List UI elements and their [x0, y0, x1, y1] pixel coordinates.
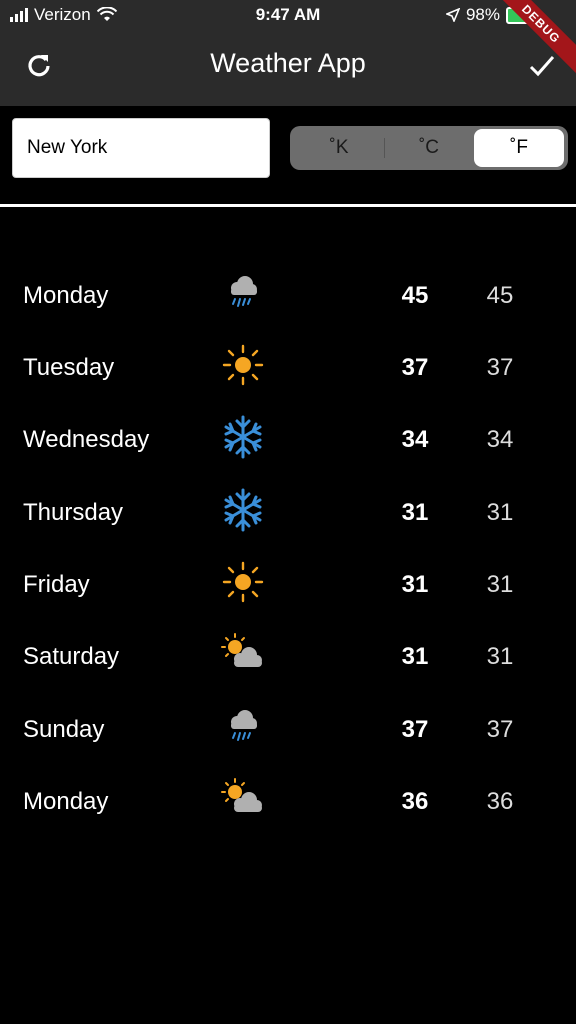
high-temp: 45: [401, 282, 429, 309]
high-temp: 31: [401, 571, 429, 598]
forecast-row: Thursday 31 31: [0, 487, 576, 537]
high-temp: 37: [401, 716, 429, 743]
day-label: Tuesday: [23, 354, 115, 381]
low-temp: 31: [486, 643, 514, 670]
low-temp: 45: [486, 282, 514, 309]
sun-icon: [220, 342, 266, 388]
partly-cloudy-icon: [220, 776, 266, 822]
day-label: Monday: [23, 788, 109, 815]
forecast-row: Wednesday 34 34: [0, 414, 576, 464]
unit-kelvin[interactable]: ˚K: [294, 129, 384, 167]
low-temp: 31: [486, 499, 514, 526]
unit-fahrenheit[interactable]: ˚F: [474, 129, 564, 167]
forecast-row: Friday 31 31: [0, 559, 576, 609]
day-label: Friday: [23, 571, 90, 598]
forecast-row: Saturday 31 31: [0, 631, 576, 681]
snowflake-icon: [220, 414, 266, 460]
divider: [0, 204, 576, 207]
forecast-row: Sunday 37 37: [0, 704, 576, 754]
forecast-row: Monday 36 36: [0, 776, 576, 826]
low-temp: 31: [486, 571, 514, 598]
status-bar: Verizon 9:47 AM 98% DEBUG: [0, 0, 576, 78]
unit-selector[interactable]: ˚K ˚C ˚F: [290, 126, 568, 170]
low-temp: 36: [486, 788, 514, 815]
rain-cloud-icon: [220, 704, 266, 750]
battery-percent: 98%: [465, 5, 500, 24]
high-temp: 34: [401, 426, 429, 453]
unit-celsius[interactable]: ˚C: [384, 129, 474, 167]
sun-icon: [220, 559, 266, 605]
partly-cloudy-icon: [220, 631, 266, 677]
day-label: Monday: [23, 282, 109, 309]
forecast-row: Tuesday 37 37: [0, 342, 576, 392]
forecast-row: Monday 45 45: [0, 270, 576, 320]
day-label: Thursday: [23, 499, 124, 526]
snowflake-icon: [220, 487, 266, 533]
city-input[interactable]: [12, 118, 270, 178]
low-temp: 37: [486, 716, 514, 743]
low-temp: 37: [486, 354, 514, 381]
check-icon[interactable]: [528, 52, 556, 80]
day-label: Sunday: [23, 716, 105, 743]
app-bar: Verizon 9:47 AM 98% DEBUG Weather App: [0, 0, 576, 106]
page-title: Weather App: [210, 48, 366, 78]
rain-cloud-icon: [220, 270, 266, 316]
high-temp: 37: [401, 354, 429, 381]
location-arrow-icon: [445, 8, 460, 22]
day-label: Wednesday: [23, 426, 150, 453]
high-temp: 36: [401, 788, 429, 815]
high-temp: 31: [401, 499, 429, 526]
day-label: Saturday: [23, 643, 120, 670]
low-temp: 34: [486, 426, 514, 453]
high-temp: 31: [401, 643, 429, 670]
